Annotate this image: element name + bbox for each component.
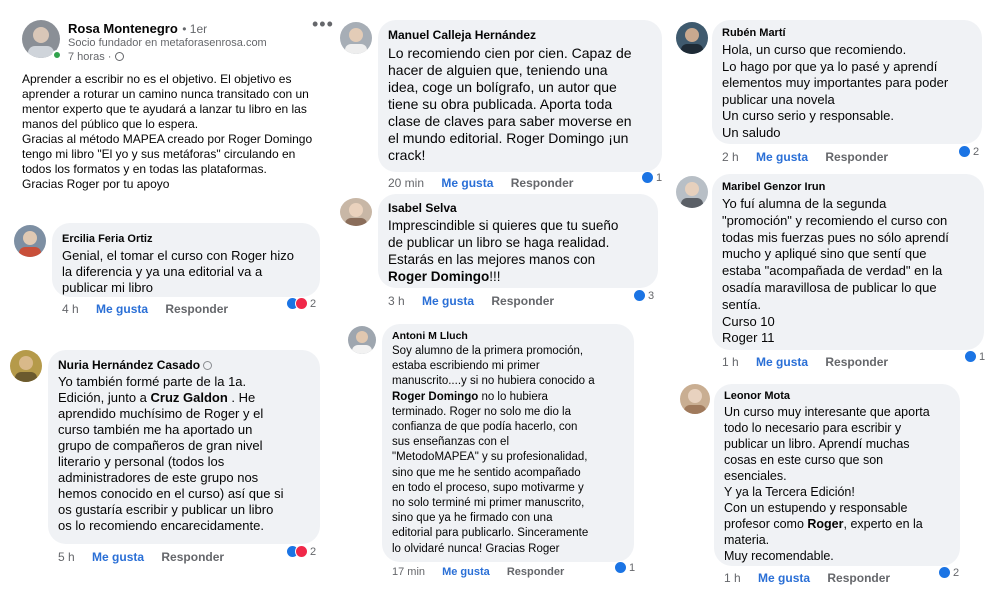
reaction-summary[interactable]: 2 bbox=[286, 297, 316, 310]
avatar[interactable] bbox=[680, 384, 710, 414]
reaction-summary[interactable]: 2 bbox=[938, 566, 959, 579]
avatar[interactable] bbox=[14, 225, 46, 257]
author-name[interactable]: Rosa Montenegro bbox=[68, 21, 178, 36]
comment-time[interactable]: 5 h bbox=[58, 550, 75, 564]
commenter-name[interactable]: Rubén Martí bbox=[722, 27, 972, 39]
avatar[interactable] bbox=[340, 198, 372, 226]
commenter-name[interactable]: Maribel Genzor Irun bbox=[722, 181, 974, 193]
globe-icon bbox=[114, 52, 124, 61]
like-button[interactable]: Me gusta bbox=[756, 355, 808, 369]
reply-button[interactable]: Responder bbox=[827, 571, 890, 585]
commenter-name[interactable]: Manuel Calleja Hernández bbox=[388, 28, 652, 42]
reaction-summary[interactable]: 2 bbox=[958, 145, 979, 158]
avatar[interactable] bbox=[348, 326, 376, 354]
reply-button[interactable]: Responder bbox=[511, 176, 574, 190]
commenter-name[interactable]: Leonor Mota bbox=[724, 390, 950, 402]
avatar[interactable] bbox=[676, 22, 708, 54]
comment-time[interactable]: 2 h bbox=[722, 150, 739, 164]
like-reaction-icon bbox=[641, 171, 654, 184]
comment-time[interactable]: 1 h bbox=[724, 571, 741, 585]
comment-time[interactable]: 20 min bbox=[388, 176, 424, 190]
comment-text: Yo también formé parte de la 1a. Edición… bbox=[58, 374, 284, 533]
comment-bubble: Rubén Martí Hola, un curso que recomiend… bbox=[712, 20, 982, 144]
verified-badge-icon bbox=[203, 361, 213, 370]
reply-button[interactable]: Responder bbox=[825, 150, 888, 164]
reply-button[interactable]: Responder bbox=[165, 302, 228, 316]
avatar[interactable] bbox=[340, 22, 372, 54]
more-options-icon[interactable]: ••• bbox=[312, 14, 334, 35]
reaction-summary[interactable]: 2 bbox=[286, 545, 316, 558]
comment-text: Hola, un curso que recomiendo. Lo hago p… bbox=[722, 42, 949, 140]
love-reaction-icon bbox=[295, 545, 308, 558]
time-separator: · bbox=[107, 51, 112, 63]
reply-button[interactable]: Responder bbox=[491, 294, 554, 308]
comment-bubble: Leonor Mota Un curso muy interesante que… bbox=[714, 384, 960, 566]
commenter-name[interactable]: Nuria Hernández Casado bbox=[58, 358, 310, 372]
mention[interactable]: Roger Domingo bbox=[388, 269, 489, 284]
like-button[interactable]: Me gusta bbox=[756, 150, 808, 164]
like-button[interactable]: Me gusta bbox=[441, 176, 493, 190]
like-button[interactable]: Me gusta bbox=[422, 294, 474, 308]
commenter-name[interactable]: Antoni M Lluch bbox=[392, 330, 624, 342]
like-reaction-icon bbox=[938, 566, 951, 579]
comment-bubble: Ercilia Feria Ortiz Genial, el tomar el … bbox=[52, 223, 320, 297]
comment-bubble: Nuria Hernández Casado Yo también formé … bbox=[48, 350, 320, 544]
comment-time[interactable]: 4 h bbox=[62, 302, 79, 316]
time-badge: • 1er bbox=[182, 22, 208, 36]
comment-bubble: Isabel Selva Imprescindible si quieres q… bbox=[378, 194, 658, 288]
post-body: Aprender a escribir no es el objetivo. E… bbox=[22, 72, 313, 191]
comment-text: Genial, el tomar el curso con Roger hizo… bbox=[62, 248, 294, 295]
reply-button[interactable]: Responder bbox=[507, 566, 564, 578]
like-reaction-icon bbox=[958, 145, 971, 158]
post-time[interactable]: 7 horas bbox=[68, 51, 105, 63]
comment-text: Lo recomiendo cien por cien. Capaz de ha… bbox=[388, 45, 632, 163]
commenter-name[interactable]: Isabel Selva bbox=[388, 201, 648, 215]
mention[interactable]: Cruz Galdon bbox=[151, 390, 228, 405]
comment-time[interactable]: 17 min bbox=[392, 566, 425, 578]
reaction-summary[interactable]: 3 bbox=[633, 289, 654, 302]
like-button[interactable]: Me gusta bbox=[92, 550, 144, 564]
comment-time[interactable]: 3 h bbox=[388, 294, 405, 308]
author-subtitle: Socio fundador en metaforasenrosa.com bbox=[68, 37, 267, 49]
like-reaction-icon bbox=[964, 350, 977, 363]
reaction-summary[interactable]: 1 bbox=[641, 171, 662, 184]
love-reaction-icon bbox=[295, 297, 308, 310]
comment-text: Un curso muy interesante que aporta todo… bbox=[724, 405, 930, 563]
comment-text: Yo fuí alumna de la segunda "promoción" … bbox=[722, 196, 949, 346]
comment-bubble: Antoni M Lluch Soy alumno de la primera … bbox=[382, 324, 634, 562]
mention[interactable]: Roger Domingo bbox=[392, 391, 478, 403]
comment-text: Imprescindible si quieres que tu sueño d… bbox=[388, 218, 619, 284]
online-status-icon bbox=[52, 50, 62, 60]
like-reaction-icon bbox=[614, 561, 627, 574]
like-reaction-icon bbox=[633, 289, 646, 302]
like-button[interactable]: Me gusta bbox=[758, 571, 810, 585]
reply-button[interactable]: Responder bbox=[825, 355, 888, 369]
reaction-summary[interactable]: 1 bbox=[614, 561, 635, 574]
like-button[interactable]: Me gusta bbox=[442, 566, 490, 578]
mention[interactable]: Roger bbox=[807, 517, 843, 531]
avatar[interactable] bbox=[676, 176, 708, 208]
reply-button[interactable]: Responder bbox=[161, 550, 224, 564]
comment-time[interactable]: 1 h bbox=[722, 355, 739, 369]
comment-bubble: Manuel Calleja Hernández Lo recomiendo c… bbox=[378, 20, 662, 172]
comment-bubble: Maribel Genzor Irun Yo fuí alumna de la … bbox=[712, 174, 984, 350]
like-button[interactable]: Me gusta bbox=[96, 302, 148, 316]
reaction-summary[interactable]: 1 bbox=[964, 350, 985, 363]
commenter-name[interactable]: Ercilia Feria Ortiz bbox=[62, 233, 310, 245]
comment-text: Soy alumno de la primera promoción, esta… bbox=[392, 345, 595, 555]
avatar[interactable] bbox=[10, 350, 42, 382]
